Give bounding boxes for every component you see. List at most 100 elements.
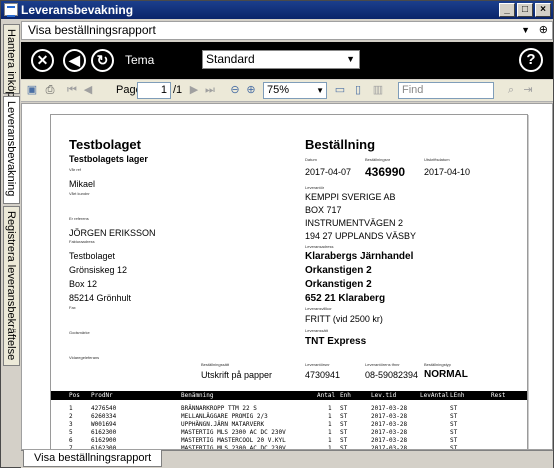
- one-page-icon[interactable]: ▯: [351, 83, 365, 97]
- minimize-button[interactable]: _: [499, 3, 515, 17]
- tab-visa-bestallningsrapport[interactable]: Visa beställningsrapport: [23, 450, 163, 467]
- levadress-line: 652 21 Klaraberg: [305, 293, 386, 304]
- table-cell: 2017-03-28: [371, 421, 408, 428]
- column-header: LEnh: [450, 392, 465, 399]
- maximize-button[interactable]: □: [517, 3, 533, 17]
- back-button[interactable]: ◀: [63, 49, 86, 72]
- column-header: Pos: [69, 392, 80, 399]
- refresh-button[interactable]: ↻: [91, 49, 114, 72]
- table-cell: ST: [340, 421, 348, 428]
- column-header: LevAntal: [420, 392, 449, 399]
- er-referens-label: Er referens: [69, 216, 89, 221]
- table-cell: 1: [328, 437, 332, 444]
- tab-label: Hantera inköp: [5, 29, 17, 98]
- table-cell: MELLANLÄGGARE PROMIG 2/3: [181, 413, 268, 420]
- levadress-line: Orkanstigen 2: [305, 279, 372, 290]
- table-row: 2 6260334 MELLANLÄGGARE PROMIG 2/3 1 ST 2017-…: [51, 413, 527, 421]
- pane-title: Visa beställningsrapport: [28, 23, 156, 37]
- leverantor-line: KEMPPI SVERIGE AB: [305, 192, 396, 202]
- leverantor-line: 194 27 UPPLANDS VÄSBY: [305, 231, 417, 241]
- save-icon[interactable]: ▣: [25, 83, 39, 97]
- vart-kundnr-label: Vårt kundnr: [69, 191, 90, 196]
- two-pages-icon[interactable]: ▥: [371, 83, 385, 97]
- warehouse-name: Testbolagets lager: [69, 154, 148, 164]
- datum-label: Datum: [305, 157, 317, 162]
- tab-registrera-leveransbekraftelse[interactable]: Registrera leveransbekräftelse: [3, 206, 20, 366]
- table-cell: ST: [340, 413, 348, 420]
- bestnr: 436990: [365, 165, 406, 179]
- last-page-icon[interactable]: ⏭: [203, 83, 217, 97]
- table-cell: MASTERTIG MASTERCOOL 20 V.KYL: [181, 437, 286, 444]
- table-cell: 6: [69, 437, 73, 444]
- column-header: ProdNr: [91, 392, 113, 399]
- table-cell: ST: [450, 405, 458, 412]
- table-cell: MASTERTIG MLS 2300 AC DC 230V: [181, 429, 286, 436]
- faktura-line: Grönsiskeg 12: [69, 265, 128, 275]
- table-cell: ST: [450, 429, 458, 436]
- faktura-line: 85214 Grönhult: [69, 293, 132, 303]
- table-cell: UPPHÄNGN.JÄRN MATARVERK: [181, 421, 265, 428]
- chevron-down-icon: ▼: [316, 86, 324, 95]
- pane-header: Visa beställningsrapport ▼ ⊕: [21, 21, 553, 40]
- tab-leveransbevakning[interactable]: Leveransbevakning: [3, 96, 20, 204]
- table-cell: 1: [328, 421, 332, 428]
- help-button[interactable]: ?: [519, 48, 543, 72]
- table-cell: ST: [340, 437, 348, 444]
- zoom-value: 75%: [267, 84, 290, 96]
- page-total: /1: [173, 84, 183, 96]
- title-bar: Leveransbevakning _ □ ×: [1, 1, 553, 19]
- datum: 2017-04-07: [305, 167, 352, 177]
- find-icon[interactable]: ⌕: [504, 83, 518, 97]
- report-page: Testbolaget Testbolagets lager Vår ref M…: [50, 114, 528, 449]
- table-cell: ST: [450, 421, 458, 428]
- table-cell: W001694: [91, 421, 117, 428]
- column-header: Lev.tid: [371, 392, 397, 399]
- table-cell: ST: [340, 429, 348, 436]
- tema-select[interactable]: Standard ▼: [202, 50, 360, 69]
- zoom-in-icon[interactable]: ⊕: [244, 83, 258, 97]
- levsatt: TNT Express: [305, 336, 367, 347]
- tab-hantera-inkop[interactable]: Hantera inköp: [3, 24, 20, 98]
- close-report-button[interactable]: ✕: [31, 49, 54, 72]
- utskrift: 2017-04-10: [424, 167, 471, 177]
- table-cell: 1: [328, 429, 332, 436]
- find-input[interactable]: Find: [398, 82, 494, 99]
- bestnr-label: Beställningsnr: [365, 157, 391, 162]
- table-cell: 2017-03-28: [371, 437, 408, 444]
- leverantor-line: INSTRUMENTVÄGEN 2: [305, 218, 404, 228]
- pin-icon[interactable]: ⊕: [539, 22, 548, 39]
- utskrift-label: Utskriftsdatum: [424, 157, 450, 162]
- page-input[interactable]: 1: [137, 82, 171, 99]
- first-page-icon[interactable]: ⏮: [65, 83, 79, 97]
- table-header: Pos ProdNr Benämning Antal Enh Lev.tid L…: [51, 391, 527, 400]
- table-cell: 4276540: [91, 405, 117, 412]
- app-icon: [4, 3, 18, 17]
- next-page-icon[interactable]: ▶: [187, 83, 201, 97]
- levadress-label: Leveransadress: [305, 244, 334, 249]
- table-cell: 2017-03-28: [371, 405, 408, 412]
- print-icon[interactable]: ⎙: [43, 83, 57, 97]
- var-ref: Mikael: [69, 179, 96, 189]
- table-cell: ST: [340, 405, 348, 412]
- leverantor-label: Leverantör: [305, 185, 325, 190]
- previous-page-icon[interactable]: ◀: [81, 83, 95, 97]
- levtfn-label: Leverantörens tfnnr: [365, 362, 400, 367]
- zoom-out-icon[interactable]: ⊖: [228, 83, 242, 97]
- find-next-icon[interactable]: ⇥: [521, 83, 535, 97]
- leverantor-line: BOX 717: [305, 205, 342, 215]
- table-cell: 2017-03-28: [371, 413, 408, 420]
- fax-label: Fax: [69, 305, 76, 310]
- godsmarke-label: Godsmärke: [69, 330, 90, 335]
- table-row: 3 W001694 UPPHÄNGN.JÄRN MATARVERK 1 ST 2017-0…: [51, 421, 527, 429]
- bestsatt-label: Beställningssätt: [201, 362, 230, 367]
- zoom-select[interactable]: 75% ▼: [263, 82, 327, 99]
- report-viewer[interactable]: Testbolaget Testbolagets lager Vår ref M…: [21, 103, 553, 450]
- pane-dropdown-icon[interactable]: ▼: [521, 22, 530, 39]
- page-width-icon[interactable]: ▭: [333, 83, 347, 97]
- close-button[interactable]: ×: [535, 3, 551, 17]
- tab-label: Leveransbevakning: [5, 101, 17, 197]
- besttyp: NORMAL: [424, 369, 468, 380]
- table-cell: 1: [69, 405, 73, 412]
- column-header: Benämning: [181, 392, 214, 399]
- levsatt-label: Leveranssätt: [305, 328, 328, 333]
